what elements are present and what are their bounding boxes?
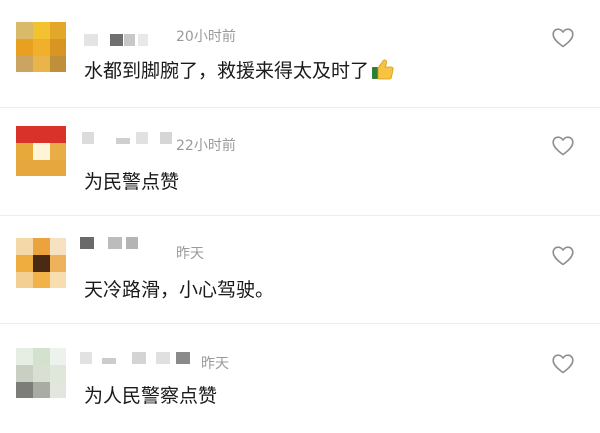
comment-item: 22小时前 为民警点赞 [0,108,600,216]
comment-text: 为民警点赞 [84,171,180,193]
heart-outline-icon[interactable] [552,246,574,266]
comment-text: 水都到脚腕了，救援来得太及时了 [84,58,395,86]
comment-time: 22小时前 [176,138,236,154]
avatar[interactable] [16,348,66,398]
comment-text: 天冷路滑，小心驾驶。 [84,279,275,301]
heart-outline-icon[interactable] [552,28,574,48]
heart-outline-icon[interactable] [552,136,574,156]
thumbs-up-icon [371,58,395,86]
username-blurred[interactable] [80,237,160,249]
avatar[interactable] [16,22,66,72]
heart-outline-icon[interactable] [552,354,574,374]
username-blurred[interactable] [82,132,174,144]
comment-time: 昨天 [201,356,229,372]
comment-item: 昨天 天冷路滑，小心驾驶。 [0,216,600,324]
comment-time: 昨天 [176,246,204,262]
comment-text-content: 水都到脚腕了，救援来得太及时了 [84,60,370,82]
comment-text: 为人民警察点赞 [84,385,218,407]
username-blurred[interactable] [84,34,164,46]
comment-item: 昨天 为人民警察点赞 [0,324,600,432]
avatar[interactable] [16,238,66,288]
avatar[interactable] [16,126,66,176]
username-blurred[interactable] [80,352,192,364]
comment-time: 20小时前 [176,29,236,45]
comment-item: 20小时前 水都到脚腕了，救援来得太及时了 [0,0,600,108]
